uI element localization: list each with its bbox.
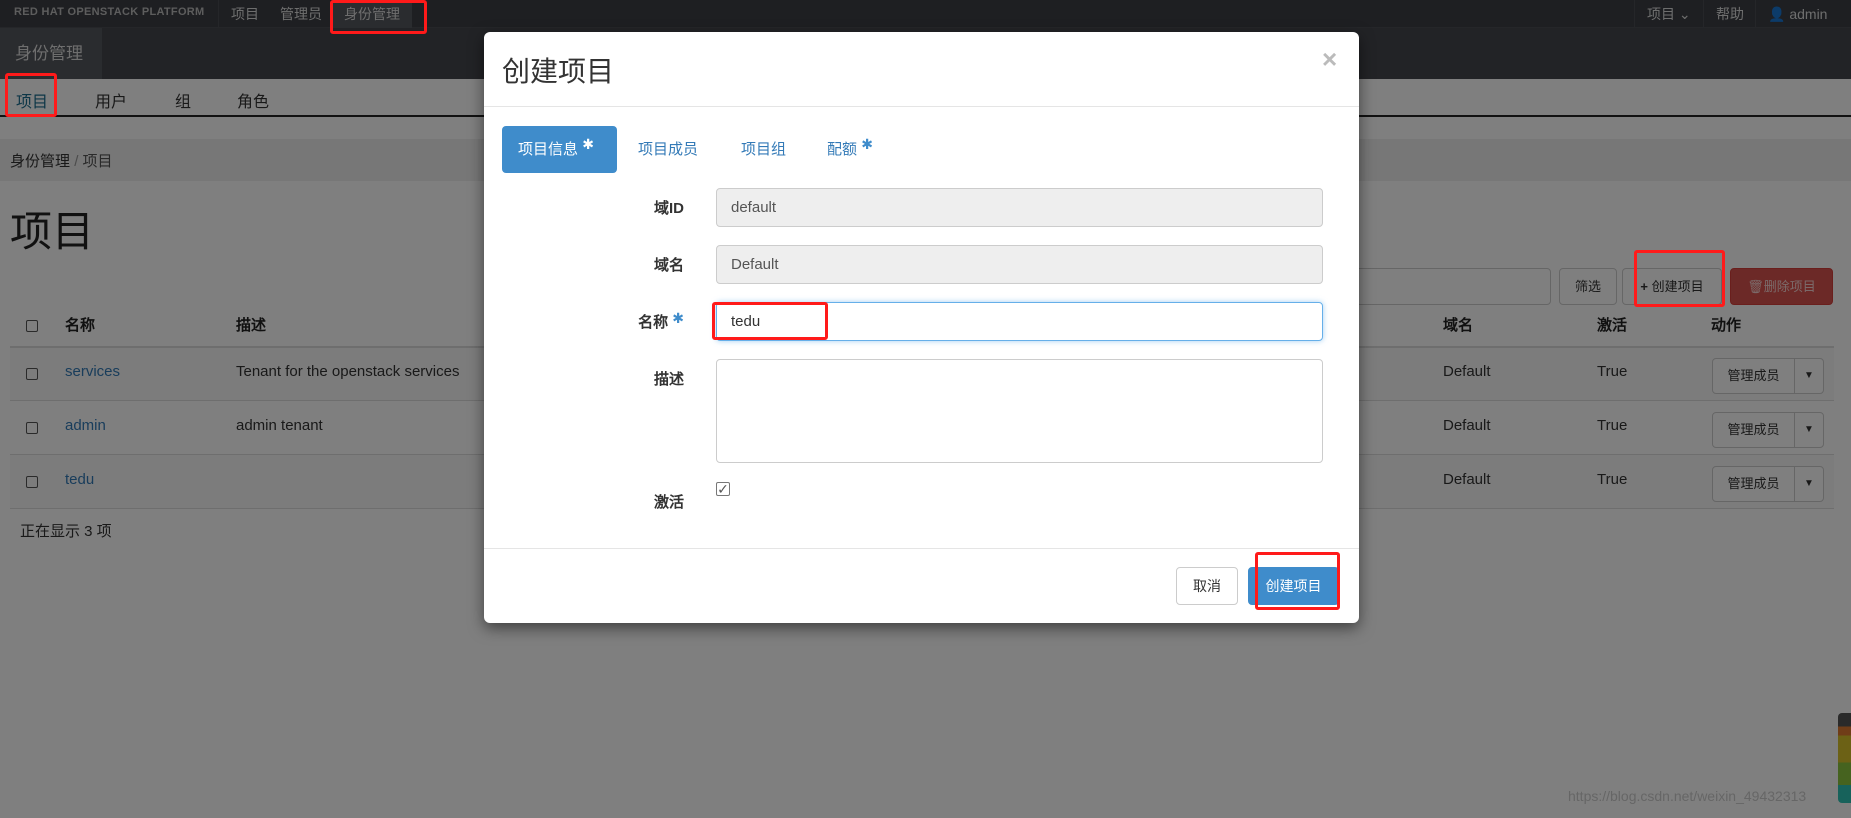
enabled-checkbox[interactable]: ✓ [716, 482, 730, 496]
required-icon: ✱ [582, 136, 594, 152]
tab-project-groups[interactable]: 项目组 [725, 126, 802, 173]
name-label-text: 名称 [638, 314, 669, 331]
modal-title: 创建项目 [502, 56, 615, 87]
required-icon: ✱ [672, 310, 684, 326]
domain-name-label: 域名 [653, 257, 684, 274]
tab-quota[interactable]: 配额 ✱ [811, 126, 889, 173]
tab-project-info[interactable]: 项目信息 ✱ [502, 126, 617, 173]
domain-name-field: Default [716, 245, 1323, 284]
tab-label: 配额 [827, 141, 858, 158]
close-icon[interactable]: × [1322, 44, 1337, 75]
cancel-button[interactable]: 取消 [1176, 567, 1238, 605]
required-icon: ✱ [861, 136, 873, 152]
create-project-modal: 创建项目 × 项目信息 ✱ 项目成员 项目组 配额 ✱ 域ID default … [484, 32, 1359, 623]
tab-label: 项目信息 [518, 141, 579, 158]
domain-id-field: default [716, 188, 1323, 227]
modal-footer-divider [484, 548, 1359, 549]
domain-id-label: 域ID [653, 200, 684, 217]
annotation-box [1255, 552, 1340, 610]
annotation-box [330, 0, 427, 34]
tab-project-members[interactable]: 项目成员 [622, 126, 714, 173]
enabled-label: 激活 [653, 494, 684, 511]
name-label: 名称 ✱ [484, 311, 684, 332]
description-label: 描述 [653, 371, 684, 388]
description-textarea[interactable] [716, 359, 1323, 463]
annotation-box [5, 73, 57, 117]
modal-header [484, 32, 1359, 107]
annotation-box [712, 302, 828, 340]
annotation-box [1634, 250, 1725, 307]
